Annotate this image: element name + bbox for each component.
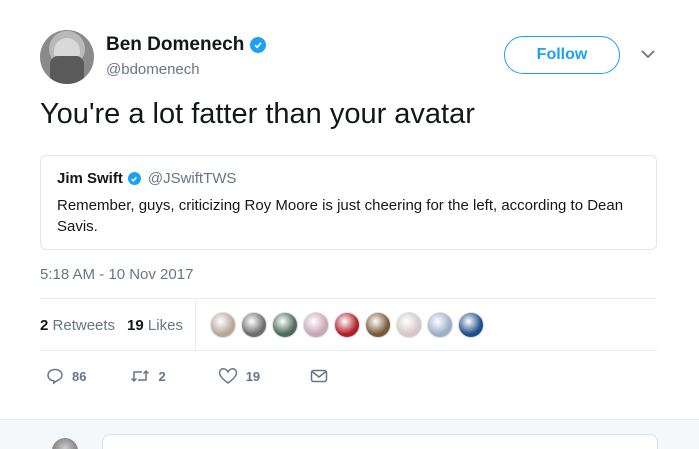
follow-button[interactable]: Follow xyxy=(504,36,620,74)
retweets-label: Retweets xyxy=(52,316,116,334)
retweet-button[interactable]: 2 xyxy=(130,367,166,385)
quoted-author-handle: @JSwiftTWS xyxy=(147,170,237,187)
likes-label: Likes xyxy=(147,316,183,334)
tweet-timestamp[interactable]: 5:18 AM - 10 Nov 2017 xyxy=(40,266,193,283)
author-handle[interactable]: @bdomenech xyxy=(106,61,200,78)
heart-icon xyxy=(218,368,237,384)
liker-avatar-3[interactable] xyxy=(271,312,298,338)
tweet-actions: 86 2 19 xyxy=(40,364,328,388)
author-name-row: Ben Domenech xyxy=(106,34,267,56)
stats-divider xyxy=(194,300,196,350)
tweet-text: You're a lot fatter than your avatar xyxy=(40,98,475,130)
liker-avatar-8[interactable] xyxy=(426,312,453,338)
verified-badge-icon xyxy=(127,172,141,185)
author-name[interactable]: Ben Domenech xyxy=(106,34,244,56)
tweet-header: Ben Domenech @bdomenech Follow xyxy=(40,30,660,86)
likes-count: 19 xyxy=(127,316,144,334)
avatar-figure xyxy=(50,56,84,84)
chevron-down-icon[interactable] xyxy=(640,48,656,60)
liker-avatar-9[interactable] xyxy=(457,312,484,338)
liker-avatar-2[interactable] xyxy=(240,312,267,338)
reply-input[interactable] xyxy=(102,434,658,449)
divider xyxy=(40,350,657,351)
liker-avatar-1[interactable] xyxy=(209,312,236,338)
like-button[interactable]: 19 xyxy=(218,367,260,385)
quoted-tweet-header: Jim Swift @JSwiftTWS xyxy=(57,170,640,187)
verified-badge-icon xyxy=(250,37,267,53)
reply-button[interactable]: 86 xyxy=(46,367,86,385)
liker-avatar-7[interactable] xyxy=(395,312,422,338)
retweets-stat[interactable]: 2 Retweets xyxy=(40,317,115,334)
retweet-icon xyxy=(131,369,150,383)
message-button[interactable] xyxy=(310,368,328,384)
tweet-stats: 2 Retweets 19 Likes xyxy=(40,300,657,350)
author-avatar[interactable] xyxy=(40,30,94,84)
divider xyxy=(40,298,657,299)
retweet-count: 2 xyxy=(158,368,166,384)
liker-avatar-6[interactable] xyxy=(364,312,391,338)
reply-count: 86 xyxy=(72,368,87,384)
quoted-tweet[interactable]: Jim Swift @JSwiftTWS Remember, guys, cri… xyxy=(40,155,657,250)
liker-avatar-4[interactable] xyxy=(302,312,329,338)
likes-stat[interactable]: 19 Likes xyxy=(127,317,183,334)
retweets-count: 2 xyxy=(40,316,49,334)
liker-avatar-5[interactable] xyxy=(333,312,360,338)
like-count: 19 xyxy=(245,368,261,384)
quoted-tweet-text: Remember, guys, criticizing Roy Moore is… xyxy=(57,197,624,235)
reply-icon xyxy=(47,368,63,385)
quoted-author-name: Jim Swift xyxy=(57,170,123,187)
avatar-dome xyxy=(54,38,80,56)
envelope-icon xyxy=(310,369,328,383)
liker-avatars xyxy=(209,312,484,338)
